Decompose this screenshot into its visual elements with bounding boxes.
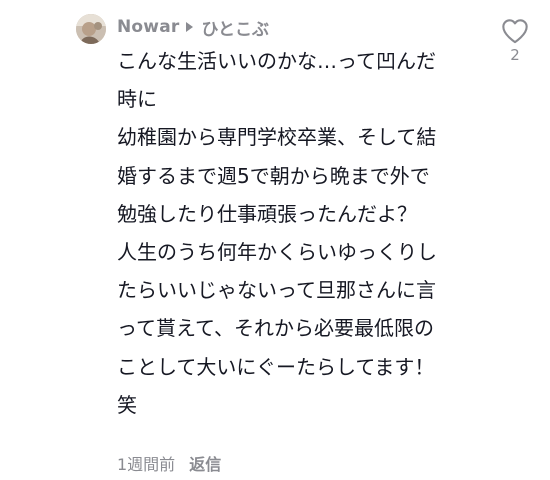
comment-text-line: 幼稚園から専門学校卒業、そして結 <box>117 125 437 150</box>
comment-item: Nowar ひとこぶ こんな生活いいのかな…って凹んだ 時に 幼稚園から専門学校… <box>0 0 550 480</box>
avatar[interactable] <box>76 14 106 44</box>
comment-text-line: って貰えて、それから必要最低限の <box>117 316 434 341</box>
comment-text-line: こんな生活いいのかな…って凹んだ <box>117 49 436 73</box>
like-button[interactable]: 2 <box>500 18 530 64</box>
comment-meta: 1週間前 返信 <box>117 451 221 475</box>
comment-text-line: 時に <box>117 87 157 112</box>
comment-text-line: 笑 <box>117 392 137 417</box>
timestamp: 1週間前 <box>117 455 176 474</box>
reply-button[interactable]: 返信 <box>189 451 221 475</box>
like-count: 2 <box>510 46 520 64</box>
reply-to-username[interactable]: ひとこぶ <box>201 15 269 40</box>
comment-text-line: ことして大いにぐーたらしてます！ <box>117 354 435 379</box>
comment-text-line: 婚するまで週5で朝から晩まで外で <box>117 163 430 188</box>
comment-text-line: 勉強したり仕事頑張ったんだよ？ <box>117 201 417 226</box>
comment-text: こんな生活いいのかな…って凹んだ 時に 幼稚園から専門学校卒業、そして結 婚する… <box>117 42 477 424</box>
comment-text-line: たらいいじゃないって旦那さんに言 <box>117 278 436 303</box>
comment-text-line: 人生のうち何年かくらいゆっくりし <box>117 240 437 265</box>
heart-outline-icon <box>502 19 528 44</box>
avatar-image <box>76 14 106 44</box>
comment-header: Nowar ひとこぶ <box>117 14 269 40</box>
caret-right-icon <box>186 22 194 32</box>
username[interactable]: Nowar <box>117 17 179 37</box>
